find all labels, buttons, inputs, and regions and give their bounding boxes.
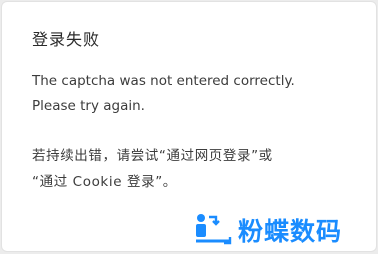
error-message-line-2: Please try again. [32, 98, 145, 114]
watermark-text: 粉蝶数码 [238, 217, 343, 246]
error-message-line-1: The captcha was not entered correctly. [32, 73, 295, 89]
watermark: 粉蝶数码 [194, 212, 342, 248]
retry-hint-line-2: “通过 Cookie 登录”。 [32, 174, 177, 190]
person-transfer-logo-icon [196, 214, 232, 245]
retry-hint: 若持续出错，请尝试“通过网页登录”或 “通过 Cookie 登录”。 [32, 143, 372, 195]
retry-hint-line-1: 若持续出错，请尝试“通过网页登录”或 [32, 148, 273, 164]
error-message: The captcha was not entered correctly. P… [32, 69, 352, 119]
page: 登录失败 The captcha was not entered correct… [0, 0, 378, 254]
dialog-title: 登录失败 [32, 30, 101, 49]
